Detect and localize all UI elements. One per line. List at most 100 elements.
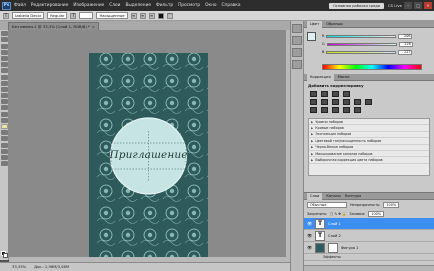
pen-tool-icon[interactable]	[0, 117, 8, 123]
menu-view[interactable]: Просмотр	[177, 3, 201, 8]
blend-mode-select[interactable]: Обычные	[307, 201, 347, 208]
hand-tool-icon[interactable]	[0, 154, 8, 160]
lock-icon[interactable]: ▢ ✎ ✥ 🔒	[330, 212, 346, 216]
warp-text-icon[interactable]: ⌒	[166, 12, 173, 19]
invitation-text[interactable]: Приглашение	[109, 144, 187, 166]
menu-edit[interactable]: Редактирование	[30, 3, 70, 8]
blur-tool-icon[interactable]	[0, 105, 8, 111]
align-center-icon[interactable]: ≡	[139, 12, 146, 19]
minimize-icon[interactable]: –	[404, 2, 412, 9]
tab-close-icon[interactable]: ×	[92, 25, 95, 29]
actions-panel-icon[interactable]	[292, 36, 302, 45]
current-color-swatch[interactable]	[307, 32, 316, 41]
background-color-swatch[interactable]	[3, 253, 8, 258]
tab-color[interactable]: Цвет	[307, 20, 323, 28]
list-item[interactable]: ▶ Выборочная коррекция цвета наборов	[309, 157, 429, 164]
color-balance-icon[interactable]	[332, 99, 339, 105]
lasso-tool-icon[interactable]	[0, 43, 8, 49]
workspace-button[interactable]: Основная рабочая среда	[328, 2, 384, 9]
3d-orbit-tool-icon[interactable]	[0, 148, 8, 154]
tab-masks[interactable]: Маски	[338, 75, 350, 79]
tab-channels[interactable]: Каналы	[326, 194, 340, 198]
blue-slider[interactable]	[326, 50, 397, 54]
paragraph-panel-icon[interactable]	[292, 60, 302, 69]
layer-name[interactable]: Слой 1	[328, 222, 341, 226]
shape-tool-icon[interactable]	[0, 136, 8, 142]
font-size-select[interactable]	[79, 12, 94, 19]
menu-window[interactable]: Окно	[204, 3, 217, 8]
align-right-icon[interactable]: ≡	[148, 12, 155, 19]
eyedropper-tool-icon[interactable]	[0, 62, 8, 68]
eye-icon[interactable]: 👁	[307, 221, 312, 226]
vibrance-icon[interactable]	[310, 99, 317, 105]
menu-help[interactable]: Справка	[221, 3, 242, 8]
close-icon[interactable]: ✕	[424, 2, 432, 9]
tab-layers[interactable]: Слои	[307, 192, 323, 200]
dodge-tool-icon[interactable]	[0, 111, 8, 117]
threshold-icon[interactable]	[332, 107, 339, 113]
layer-row[interactable]: 👁 Фигура 1	[304, 242, 434, 254]
document-tab[interactable]: Без имени-1 @ 33,3% (Слой 1, RGB/8) * ×	[8, 22, 99, 30]
levels-icon[interactable]	[321, 91, 328, 97]
hue-saturation-icon[interactable]	[321, 99, 328, 105]
tab-paths[interactable]: Контуры	[345, 194, 361, 198]
maximize-icon[interactable]: □	[414, 2, 422, 9]
channel-mixer-icon[interactable]	[365, 99, 372, 105]
history-brush-tool-icon[interactable]	[0, 86, 8, 92]
red-slider[interactable]	[326, 34, 397, 38]
healing-tool-icon[interactable]	[0, 68, 8, 74]
layer-effects-row[interactable]: Эффекты	[304, 254, 434, 261]
menu-file[interactable]: Файл	[13, 3, 27, 8]
document-canvas[interactable]: Приглашение	[89, 53, 208, 259]
tab-adjustments[interactable]: Коррекция	[307, 73, 334, 81]
brightness-icon[interactable]	[310, 91, 317, 97]
antialias-select[interactable]: Насыщенное	[96, 12, 128, 19]
fill-field[interactable]: 100%	[368, 210, 385, 217]
curves-icon[interactable]	[332, 91, 339, 97]
menu-select[interactable]: Выделение	[124, 3, 152, 8]
eye-icon[interactable]: 👁	[307, 233, 312, 238]
black-white-icon[interactable]	[343, 99, 350, 105]
text-color-swatch[interactable]	[157, 12, 164, 19]
layer-row[interactable]: 👁 T Слой 1	[304, 218, 434, 230]
tab-swatches[interactable]: Образцы	[326, 22, 343, 26]
selective-color-icon[interactable]	[354, 107, 361, 113]
green-value-field[interactable]: 228	[398, 41, 413, 47]
menu-layers[interactable]: Слои	[108, 3, 121, 8]
menu-filter[interactable]: Фильтр	[155, 3, 174, 8]
layer-name[interactable]: Фигура 1	[341, 246, 358, 250]
eye-icon[interactable]: 👁	[307, 245, 312, 250]
gradient-tool-icon[interactable]	[0, 99, 8, 105]
path-select-tool-icon[interactable]	[0, 130, 8, 136]
history-panel-icon[interactable]	[292, 24, 302, 33]
color-spectrum[interactable]	[322, 64, 422, 70]
move-tool-icon[interactable]	[0, 31, 8, 37]
invert-icon[interactable]	[310, 107, 317, 113]
quick-select-tool-icon[interactable]	[0, 49, 8, 55]
font-family-select[interactable]: Izabella Decor	[12, 12, 45, 19]
zoom-tool-icon[interactable]	[0, 161, 8, 167]
eraser-tool-icon[interactable]	[0, 93, 8, 99]
brush-tool-icon[interactable]	[0, 74, 8, 80]
photo-filter-icon[interactable]	[354, 99, 361, 105]
opacity-field[interactable]: 100%	[383, 201, 400, 208]
exposure-icon[interactable]	[343, 91, 350, 97]
cs-live-button[interactable]: CS Live	[388, 3, 402, 8]
menu-image[interactable]: Изображение	[72, 3, 105, 8]
marquee-tool-icon[interactable]	[0, 37, 8, 43]
character-panel-icon[interactable]	[292, 48, 302, 57]
align-left-icon[interactable]: ≡	[130, 12, 137, 19]
red-value-field[interactable]: 206	[398, 33, 413, 39]
gradient-map-icon[interactable]	[343, 107, 350, 113]
crop-tool-icon[interactable]	[0, 55, 8, 61]
clone-stamp-tool-icon[interactable]	[0, 80, 8, 86]
blue-value-field[interactable]: 227	[398, 49, 413, 55]
posterize-icon[interactable]	[321, 107, 328, 113]
layer-name[interactable]: Слой 2	[328, 234, 341, 238]
layer-row[interactable]: 👁 T Слой 2	[304, 230, 434, 242]
canvas-area[interactable]: Приглашение	[9, 30, 290, 262]
text-tool-icon[interactable]: T	[3, 12, 9, 19]
type-tool-icon[interactable]	[0, 124, 8, 129]
font-style-select[interactable]: Regular	[47, 12, 68, 19]
3d-rotate-tool-icon[interactable]	[0, 142, 8, 148]
